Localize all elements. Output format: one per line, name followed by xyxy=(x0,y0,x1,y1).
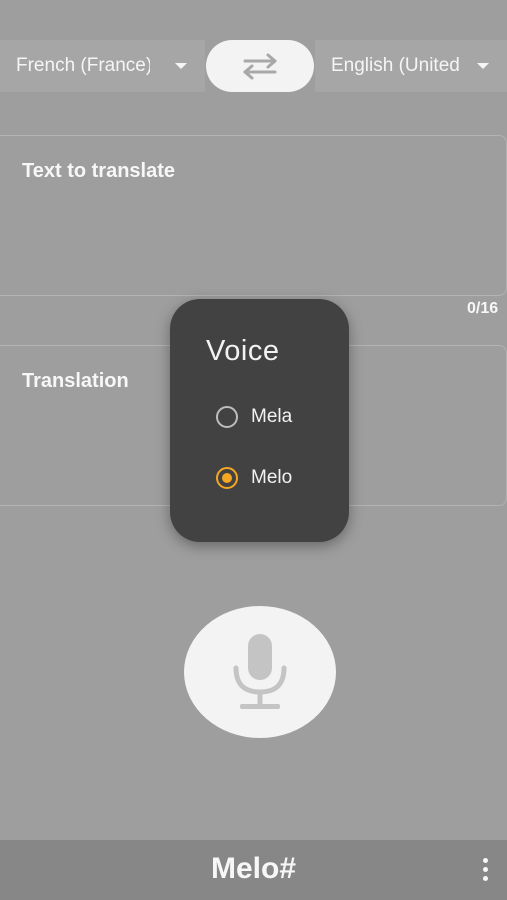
translation-label: Translation xyxy=(22,370,129,392)
character-counter: 0/16 xyxy=(467,300,499,317)
target-language-label: English (United States) xyxy=(331,55,465,76)
swap-languages-button[interactable] xyxy=(206,40,314,92)
voice-option-melo[interactable]: Melo xyxy=(216,467,292,489)
voice-option-mela[interactable]: Mela xyxy=(216,406,292,428)
voice-option-label: Melo xyxy=(251,467,293,488)
microphone-button[interactable] xyxy=(184,606,336,738)
source-language-label: French (France) xyxy=(16,55,150,76)
swap-arrows-icon xyxy=(243,53,277,80)
text-to-translate-field[interactable]: Text to translate xyxy=(0,135,507,296)
bottom-bar: Melo# xyxy=(0,840,507,900)
target-language-select[interactable]: English (United States) xyxy=(315,40,507,92)
more-options-button[interactable] xyxy=(476,858,496,884)
app-title: Melo# xyxy=(210,852,297,885)
radio-checked-icon[interactable] xyxy=(216,467,238,489)
radio-unchecked-icon[interactable] xyxy=(216,406,238,428)
more-vertical-icon-dot xyxy=(483,876,488,881)
microphone-icon xyxy=(233,634,287,709)
source-language-select[interactable]: French (France) xyxy=(0,40,205,92)
more-vertical-icon-dot xyxy=(483,867,488,872)
text-to-translate-label: Text to translate xyxy=(22,160,175,182)
language-bar: French (France) English (United States) xyxy=(0,40,507,92)
voice-dialog-title: Voice xyxy=(206,335,280,367)
voice-option-label: Mela xyxy=(251,406,293,427)
dropdown-arrow-icon xyxy=(477,63,489,69)
voice-dialog: Voice Mela Melo xyxy=(170,299,349,542)
more-vertical-icon-dot xyxy=(483,858,488,863)
dropdown-arrow-icon xyxy=(175,63,187,69)
